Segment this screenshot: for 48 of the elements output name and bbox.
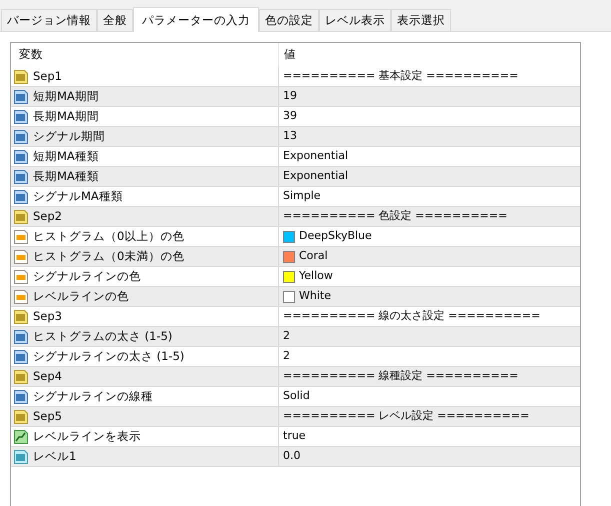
parameter-value[interactable]: DeepSkyBlue [299,228,372,245]
parameter-name: シグナルラインの線種 [33,388,153,405]
parameter-name: ヒストグラム（0以上）の色 [33,228,184,245]
parameter-name: レベルラインの色 [33,288,129,305]
parameter-name: 短期MA期間 [33,88,99,105]
parameter-value[interactable]: ========== 線の太さ設定 ========== [283,308,540,325]
parameter-value[interactable]: ========== 色設定 ========== [283,208,508,225]
parameter-value[interactable]: Simple [283,188,321,205]
parameter-name: シグナル期間 [33,128,105,145]
parameter-value[interactable]: Solid [283,388,310,405]
parameter-name: シグナルMA種類 [33,188,123,205]
parameter-name: Sep1 [33,68,62,85]
parameter-name: Sep2 [33,208,62,225]
parameter-value[interactable]: 2 [283,328,290,345]
parameter-name: Sep4 [33,368,62,385]
parameter-name: レベル1 [33,448,76,465]
parameter-value[interactable]: true [283,428,306,445]
parameter-name: Sep3 [33,308,62,325]
column-header: 変数 [19,46,43,64]
parameter-value[interactable]: 39 [283,108,297,125]
tab[interactable]: バージョン情報 [1,9,97,31]
parameter-name: レベルラインを表示 [33,428,141,445]
parameter-value[interactable]: 0.0 [283,448,300,465]
parameter-value[interactable]: ========== 基本設定 ========== [283,68,518,85]
parameter-name: ヒストグラム（0未満）の色 [33,248,184,265]
parameter-value[interactable]: ========== 線種設定 ========== [283,368,518,385]
parameter-value[interactable]: Exponential [283,148,348,165]
parameter-value[interactable]: Coral [299,248,328,265]
parameter-name: 短期MA種類 [33,148,99,165]
parameter-name: 長期MA期間 [33,108,99,125]
parameter-value[interactable]: Yellow [299,268,333,285]
parameter-name: シグナルラインの太さ (1-5) [33,348,184,365]
tab[interactable]: 色の設定 [259,9,319,31]
parameter-value[interactable]: 19 [283,88,297,105]
parameter-name: Sep5 [33,408,62,425]
tab[interactable]: 表示選択 [391,9,451,31]
tab[interactable]: パラメーターの入力 [133,7,259,32]
tab[interactable]: レベル表示 [319,9,391,31]
parameter-name: ヒストグラムの太さ (1-5) [33,328,172,345]
parameter-name: 長期MA種類 [33,168,99,185]
parameter-value[interactable]: ========== レベル設定 ========== [283,408,530,425]
column-header: 値 [284,47,296,62]
parameter-value[interactable]: 2 [283,348,290,365]
parameter-value[interactable]: Exponential [283,168,348,185]
parameter-name: シグナルラインの色 [33,268,141,285]
parameter-value[interactable]: White [299,288,331,305]
parameter-value[interactable]: 13 [283,128,297,145]
tab[interactable]: 全般 [97,9,133,31]
